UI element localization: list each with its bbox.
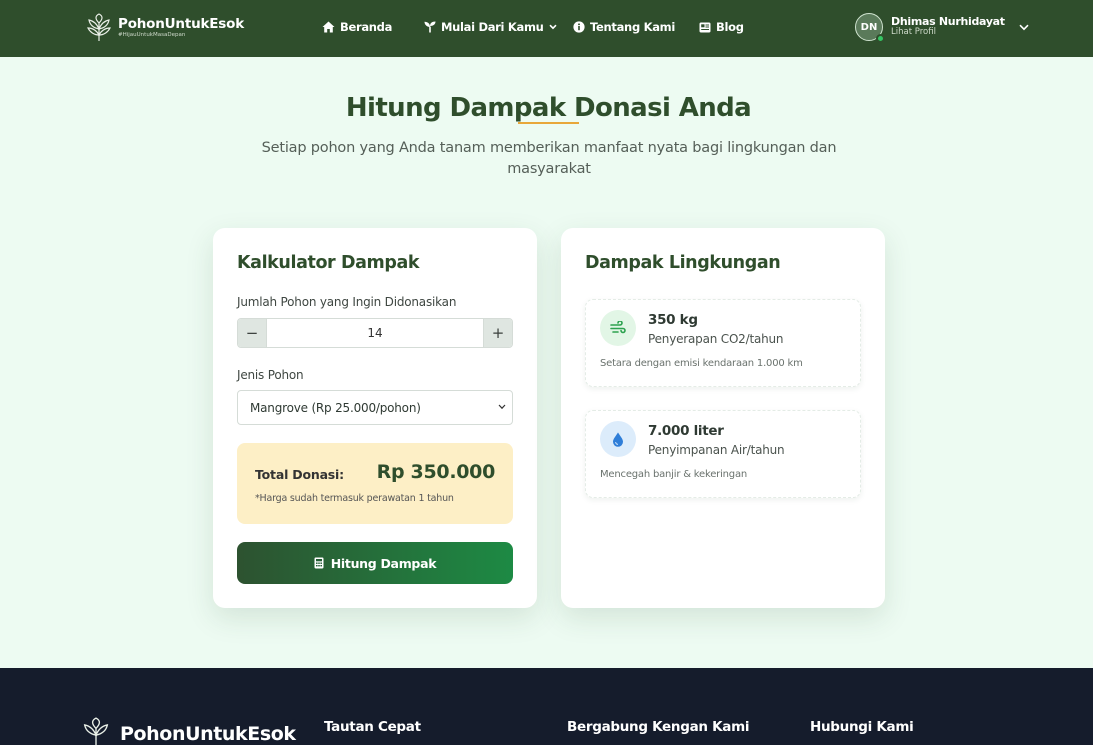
view-profile-link[interactable]: Lihat Profil bbox=[891, 28, 1005, 38]
nav-home[interactable]: Beranda bbox=[322, 20, 392, 34]
quantity-input[interactable]: 14 bbox=[266, 319, 484, 347]
newspaper-icon bbox=[699, 22, 711, 32]
calculator-title: Kalkulator Dampak bbox=[237, 253, 420, 273]
brand-logo-link[interactable]: PohonUntukEsok #HijauUntukMasaDepan bbox=[86, 13, 244, 43]
tree-type-label: Jenis Pohon bbox=[237, 368, 304, 382]
impact-calculator-card: Kalkulator Dampak Jumlah Pohon yang Ingi… bbox=[213, 228, 537, 608]
home-icon bbox=[322, 21, 335, 33]
wind-icon bbox=[600, 310, 636, 346]
nav-start-label: Mulai Dari Kamu bbox=[441, 20, 544, 34]
co2-unit: Penyerapan CO2/tahun bbox=[648, 332, 784, 346]
nav-start-dropdown[interactable]: Mulai Dari Kamu bbox=[424, 20, 557, 34]
brand-tagline: #HijauUntukMasaDepan bbox=[118, 32, 186, 38]
chevron-down-icon[interactable] bbox=[1019, 24, 1029, 31]
nav-about[interactable]: Tentang Kami bbox=[573, 20, 675, 34]
water-value: 7.000 liter bbox=[648, 423, 724, 439]
impact-item-co2: 350 kg Penyerapan CO2/tahun Setara denga… bbox=[585, 299, 861, 387]
nav-home-label: Beranda bbox=[340, 20, 393, 34]
total-donation-note: *Harga sudah termasuk perawatan 1 tahun bbox=[255, 493, 454, 504]
online-status-dot bbox=[876, 34, 885, 43]
nav-about-label: Tentang Kami bbox=[590, 20, 675, 34]
co2-value: 350 kg bbox=[648, 312, 698, 328]
impact-title: Dampak Lingkungan bbox=[585, 253, 781, 273]
calculator-icon bbox=[314, 557, 324, 569]
co2-description: Setara dengan emisi kendaraan 1.000 km bbox=[600, 358, 803, 369]
navbar: PohonUntukEsok #HijauUntukMasaDepan Bera… bbox=[0, 0, 1093, 57]
nav-blog-label: Blog bbox=[716, 20, 744, 34]
avatar[interactable]: DN bbox=[855, 13, 885, 43]
page-subtitle: Setiap pohon yang Anda tanam memberikan … bbox=[261, 140, 837, 177]
total-donation-box: Total Donasi: Rp 350.000 *Harga sudah te… bbox=[237, 443, 513, 524]
tree-logo-icon bbox=[83, 717, 109, 745]
increment-button[interactable]: + bbox=[484, 319, 512, 347]
total-donation-value: Rp 350.000 bbox=[376, 461, 496, 483]
footer-brand-name: PohonUntukEsok bbox=[120, 723, 296, 745]
chevron-down-icon bbox=[498, 404, 506, 410]
tree-type-selected: Mangrove (Rp 25.000/pohon) bbox=[250, 400, 421, 415]
tree-type-select[interactable]: Mangrove (Rp 25.000/pohon) bbox=[237, 390, 513, 425]
brand-name: PohonUntukEsok bbox=[118, 15, 244, 32]
quantity-label: Jumlah Pohon yang Ingin Didonasikan bbox=[237, 295, 457, 309]
environmental-impact-card: Dampak Lingkungan 350 kg Penyerapan CO2/… bbox=[561, 228, 885, 608]
water-description: Mencegah banjir & kekeringan bbox=[600, 469, 748, 480]
footer: PohonUntukEsok Tautan Cepat Bergabung Ke… bbox=[0, 668, 1093, 745]
decrement-button[interactable]: − bbox=[238, 319, 266, 347]
calculate-impact-label: Hitung Dampak bbox=[330, 555, 437, 571]
chevron-down-icon bbox=[548, 24, 557, 30]
water-unit: Penyimpanan Air/tahun bbox=[648, 443, 785, 457]
nav-blog[interactable]: Blog bbox=[699, 20, 744, 34]
title-accent-underline bbox=[518, 122, 579, 124]
footer-brand[interactable]: PohonUntukEsok bbox=[80, 717, 296, 745]
avatar-initials: DN bbox=[860, 21, 878, 33]
user-menu[interactable]: DN Dhimas Nurhidayat Lihat Profil bbox=[855, 13, 1029, 43]
footer-join-heading: Bergabung Kengan Kami bbox=[567, 719, 750, 735]
sprout-icon bbox=[424, 21, 436, 33]
calculate-impact-button[interactable]: Hitung Dampak bbox=[237, 542, 513, 584]
water-drop-icon bbox=[600, 421, 636, 457]
total-donation-label: Total Donasi: bbox=[255, 467, 344, 482]
footer-quick-links-heading: Tautan Cepat bbox=[324, 719, 421, 735]
quantity-stepper: − 14 + bbox=[237, 318, 513, 348]
tree-logo-icon bbox=[87, 13, 111, 41]
info-icon bbox=[573, 21, 585, 33]
page-title: Hitung Dampak Donasi Anda bbox=[345, 93, 752, 123]
footer-contact-heading: Hubungi Kami bbox=[810, 719, 914, 735]
impact-item-water: 7.000 liter Penyimpanan Air/tahun Menceg… bbox=[585, 410, 861, 498]
